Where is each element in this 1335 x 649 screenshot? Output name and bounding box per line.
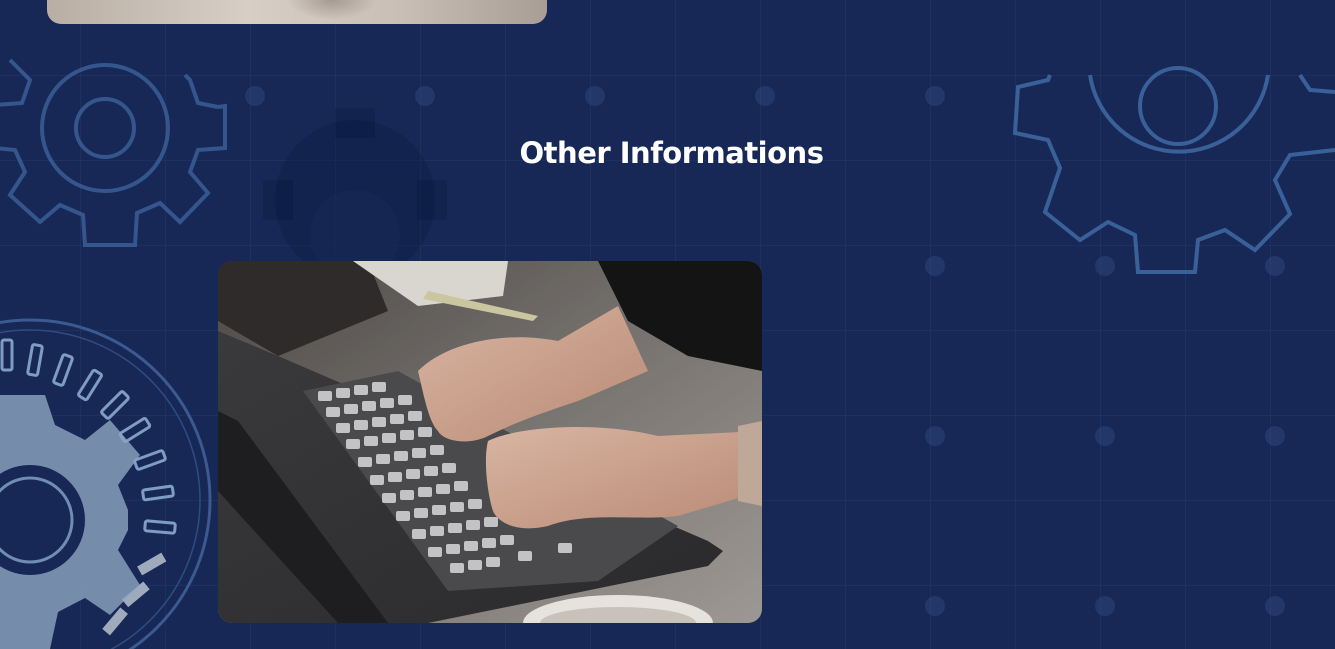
section-title: Other Informations: [519, 136, 824, 170]
top-image: [47, 0, 547, 24]
laptop-typing-image: [218, 261, 762, 623]
gear-right-icon: [1012, 66, 1335, 274]
page: Other Informations: [0, 0, 1335, 649]
dial-gear-icon: [0, 318, 212, 649]
